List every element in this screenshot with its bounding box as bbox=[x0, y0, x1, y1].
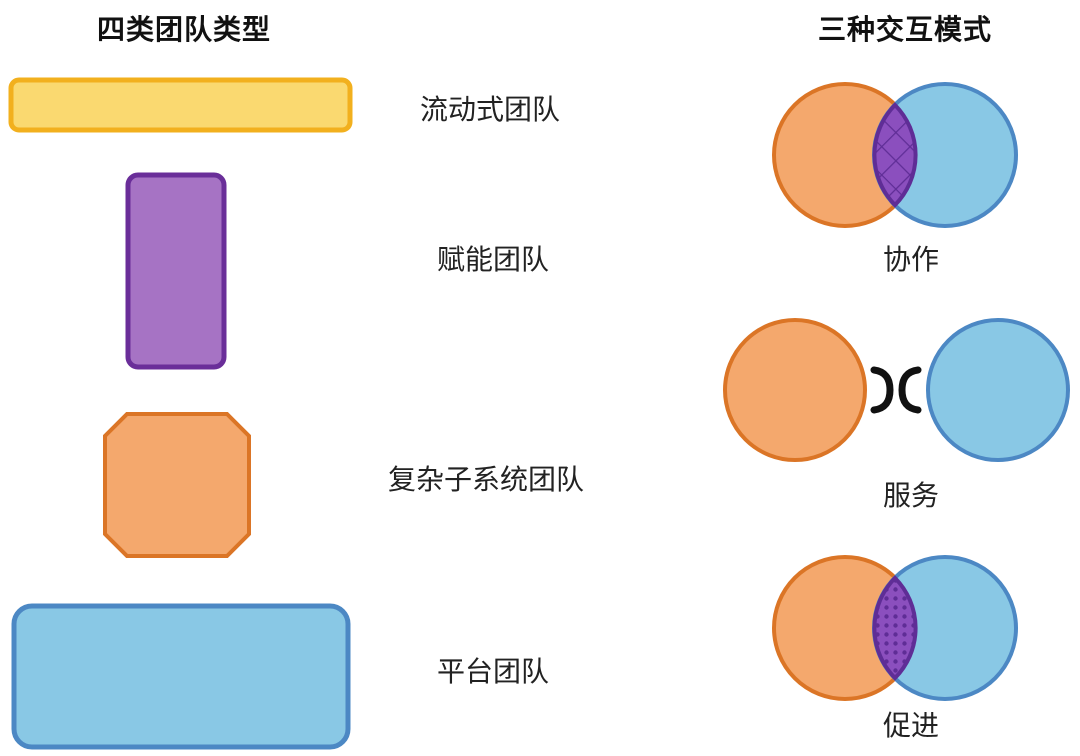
service-label: 服务 bbox=[883, 479, 940, 512]
complicated-subsystem-team-label: 复杂子系统团队 bbox=[388, 463, 585, 496]
platform-team-label: 平台团队 bbox=[437, 655, 550, 688]
facilitating-diagram bbox=[772, 555, 1018, 701]
complicated-subsystem-team-shape bbox=[103, 412, 251, 558]
facilitating-label: 促进 bbox=[883, 709, 940, 742]
service-connector-bracket bbox=[870, 366, 922, 414]
service-diagram bbox=[723, 318, 1070, 462]
collaboration-diagram bbox=[772, 82, 1018, 228]
collaboration-label: 协作 bbox=[883, 243, 940, 276]
platform-team-shape bbox=[11, 603, 351, 750]
enabling-team-label: 赋能团队 bbox=[437, 243, 550, 276]
stream-aligned-team-label: 流动式团队 bbox=[420, 93, 561, 126]
enabling-team-shape bbox=[125, 172, 227, 370]
stream-aligned-team-shape bbox=[8, 77, 353, 133]
